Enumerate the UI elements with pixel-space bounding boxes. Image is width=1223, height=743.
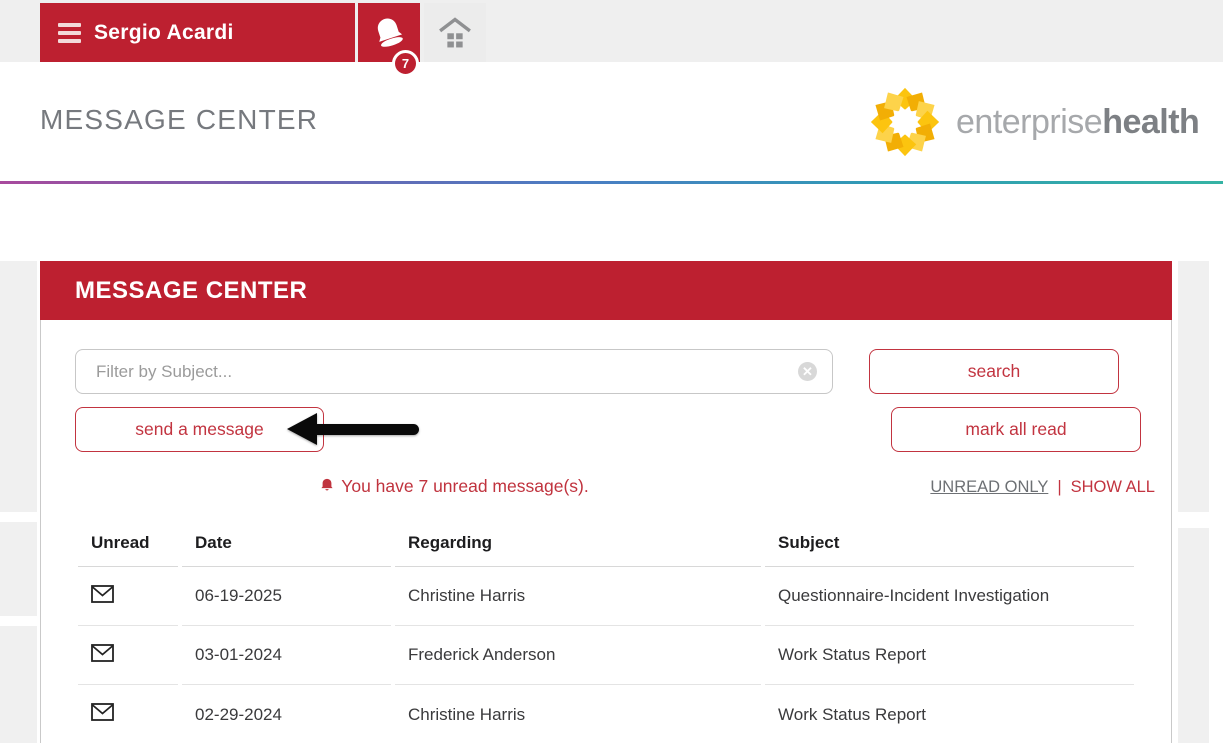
top-bar: Sergio Acardi 7 (0, 0, 1223, 62)
right-gutter (1178, 261, 1209, 512)
left-gutter (0, 522, 37, 616)
bell-icon (371, 15, 407, 51)
sunflower-logo-icon (866, 83, 944, 161)
subject-cell: Work Status Report (765, 626, 1134, 685)
hamburger-menu-icon[interactable] (58, 23, 81, 43)
home-button[interactable] (424, 3, 486, 62)
subject-cell: Work Status Report (765, 685, 1134, 743)
panel-title: MESSAGE CENTER (75, 277, 307, 305)
filter-field-wrap: ✕ (75, 349, 833, 394)
header-regarding: Regarding (395, 520, 761, 567)
notification-badge: 7 (392, 50, 419, 77)
notifications-button[interactable]: 7 (358, 3, 420, 62)
unread-envelope-icon[interactable] (91, 703, 114, 726)
left-gutter (0, 261, 37, 512)
unread-notice: You have 7 unread message(s). (75, 476, 833, 497)
mark-all-read-button[interactable]: mark all read (891, 407, 1141, 452)
unread-cell (78, 685, 178, 743)
panel-header: MESSAGE CENTER (40, 261, 1172, 320)
arrow-shaft (316, 424, 419, 435)
header-date: Date (182, 520, 391, 567)
unread-envelope-icon[interactable] (91, 644, 114, 667)
regarding-cell: Frederick Anderson (395, 626, 761, 685)
messages-table: Unread Date Regarding Subject 06-19-2025… (74, 520, 1138, 743)
table-header-row: Unread Date Regarding Subject (78, 520, 1134, 567)
gradient-divider (0, 181, 1223, 184)
home-icon (438, 17, 472, 49)
logo-text: enterprisehealth (956, 103, 1199, 142)
left-gutter (0, 626, 37, 743)
enterprise-health-logo: enterprisehealth (866, 83, 1199, 161)
user-menu-button[interactable]: Sergio Acardi (40, 3, 355, 62)
date-cell: 03-01-2024 (182, 626, 391, 685)
unread-envelope-icon[interactable] (91, 585, 114, 608)
unread-notice-text: You have 7 unread message(s). (341, 476, 588, 496)
clear-filter-icon[interactable]: ✕ (798, 362, 817, 381)
subject-cell: Questionnaire-Incident Investigation (765, 567, 1134, 626)
filter-by-subject-input[interactable] (75, 349, 833, 394)
show-all-link[interactable]: SHOW ALL (1071, 478, 1155, 497)
message-row[interactable]: 03-01-2024 Frederick Anderson Work Statu… (78, 626, 1134, 685)
view-filter-links: UNREAD ONLY | SHOW ALL (930, 478, 1155, 497)
date-cell: 06-19-2025 (182, 567, 391, 626)
bell-icon (319, 477, 335, 494)
message-center-page: Sergio Acardi 7 MESSAGE CENTER (0, 0, 1223, 743)
regarding-cell: Christine Harris (395, 685, 761, 743)
page-title: MESSAGE CENTER (40, 104, 318, 136)
links-separator: | (1057, 478, 1061, 497)
message-center-panel: ✕ search send a message mark all read Yo… (40, 320, 1172, 743)
message-row[interactable]: 06-19-2025 Christine Harris Questionnair… (78, 567, 1134, 626)
message-row[interactable]: 02-29-2024 Christine Harris Work Status … (78, 685, 1134, 743)
unread-cell (78, 626, 178, 685)
date-cell: 02-29-2024 (182, 685, 391, 743)
unread-only-link[interactable]: UNREAD ONLY (930, 478, 1048, 497)
search-button[interactable]: search (869, 349, 1119, 394)
pointer-arrow-annotation (287, 412, 419, 446)
header-unread: Unread (78, 520, 178, 567)
unread-cell (78, 567, 178, 626)
right-gutter (1178, 528, 1209, 743)
header-subject: Subject (765, 520, 1134, 567)
arrow-head-icon (287, 413, 317, 445)
user-name: Sergio Acardi (94, 21, 234, 45)
regarding-cell: Christine Harris (395, 567, 761, 626)
